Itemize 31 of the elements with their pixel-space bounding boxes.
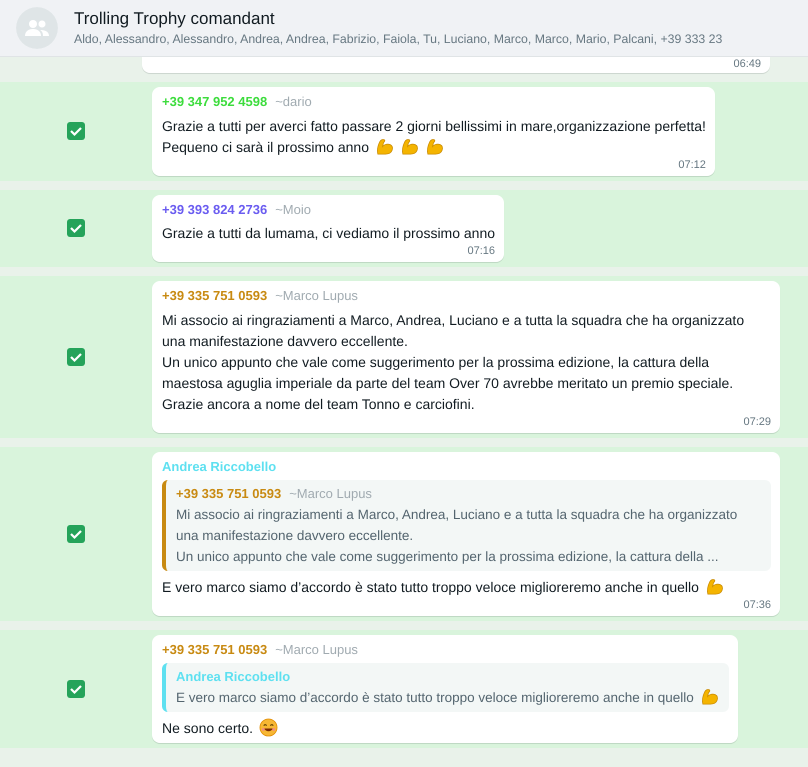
quoted-message[interactable]: Andrea Riccobello E vero marco siamo d’accordo è stato tutto troppo veloce miglioreremo anche in quello <box>162 663 729 712</box>
message-text: Ne sono certo. <box>162 718 729 738</box>
sender-alias: ~Marco Lupus <box>275 640 358 659</box>
sender-alias: ~Marco Lupus <box>275 287 358 305</box>
sender-name: +39 335 751 0593 <box>162 287 268 305</box>
quoted-sender-name: Andrea Riccobello <box>176 668 290 686</box>
sender-name: +39 347 952 4598 <box>162 93 268 111</box>
message-time: 06:49 <box>732 57 761 71</box>
sender-alias: ~Moio <box>275 200 311 218</box>
sender-name: +39 393 824 2736 <box>162 200 268 218</box>
message-text: Un unico appunto che vale come suggerimento per la prossima edizione, la cattura della maestosa aguglia imperiale da parte del team Over 70 avrebbe meritato un premio speciale. <box>162 352 734 393</box>
message-time: 07:12 <box>677 158 706 172</box>
message-text: Grazie a tutti da lumama, ci vediamo il prossimo anno <box>162 224 496 243</box>
message-text: E vero marco siamo d’accordo è stato tutto troppo veloce miglioreremo anche in quello <box>162 576 771 598</box>
message-time: 07:36 <box>742 598 771 612</box>
message-text: Grazie ancora a nome del team Tonno e carciofini. <box>162 394 476 414</box>
sender-alias: ~dario <box>275 93 312 111</box>
quoted-sender-name: +39 335 751 0593 <box>176 485 282 503</box>
quoted-text: E vero marco siamo d’accordo è stato tutto troppo veloce miglioreremo anche in quello <box>176 686 719 708</box>
message-time: 07:16 <box>466 244 496 258</box>
participants-list: Aldo, Alessandro, Alessandro, Andrea, Andrea, Fabrizio, Faiola, Tu, Luciano, Marco, Marco, Mario, Palcani, +39 333 23 <box>74 30 722 48</box>
message-text: Pequeno ci sarà il prossimo anno <box>162 136 706 158</box>
group-title: Trolling Trophy comandant <box>74 8 276 30</box>
sender-name: Andrea Riccobello <box>162 458 276 476</box>
message-text: Grazie a tutti per averci fatto passare 2 giorni bellissimi in mare,organizzazione perfetta! <box>162 116 706 136</box>
quoted-sender-alias: ~Marco Lupus <box>289 485 372 503</box>
quoted-text: Mi associo ai ringraziamenti a Marco, Andrea, Luciano e a tutta la squadra che ha organizzato una manifestazione davvero eccellente. <box>176 506 738 544</box>
message-text: Mi associo ai ringraziamenti a Marco, Andrea, Luciano e a tutta la squadra che ha organizzato una manifestazione davvero eccellente. <box>162 310 746 350</box>
quoted-text: Un unico appunto che vale come suggerimento per la prossima edizione, la cattura della ... <box>176 548 720 566</box>
message-time: 07:29 <box>742 414 771 428</box>
sender-name: +39 335 751 0593 <box>162 640 268 658</box>
